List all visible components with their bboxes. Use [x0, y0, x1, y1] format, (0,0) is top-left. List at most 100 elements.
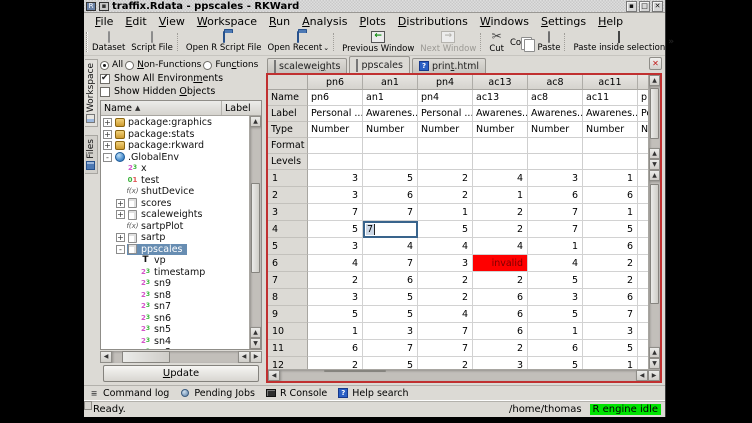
row-header-10[interactable]: 10 [268, 323, 308, 340]
column-header-ac8[interactable]: ac8 [528, 75, 583, 90]
radio-all[interactable] [100, 61, 109, 70]
minimize-button[interactable]: ▪ [626, 1, 637, 12]
close-tab-icon[interactable]: ✕ [649, 57, 662, 70]
data-cell[interactable]: 7 [363, 204, 418, 221]
tree-item-vp[interactable]: Tvp [101, 255, 249, 267]
meta-row-header[interactable]: Name [268, 90, 308, 106]
meta-cell[interactable]: Number [528, 122, 583, 138]
meta-cell-partial[interactable] [638, 138, 648, 154]
data-cell[interactable]: 3 [528, 289, 583, 306]
tool-view-command-log[interactable]: ≡Command log [89, 388, 169, 399]
expander-icon[interactable]: + [116, 210, 125, 219]
radio-label-non-functions[interactable]: Non-Functions [137, 60, 201, 70]
data-cell[interactable]: 2 [473, 272, 528, 289]
menu-file[interactable]: File [89, 14, 119, 29]
data-cell[interactable]: 2 [418, 357, 473, 369]
tree-header[interactable]: Name ▲ Label [101, 101, 261, 116]
tree-item-sn9[interactable]: 23sn9 [101, 278, 249, 290]
menu-distributions[interactable]: Distributions [392, 14, 474, 29]
data-cell[interactable]: 6 [473, 306, 528, 323]
data-cell[interactable]: 4 [418, 306, 473, 323]
data-cell[interactable]: 2 [418, 187, 473, 204]
scroll-left-icon[interactable]: ◀ [238, 351, 250, 363]
tree-item-package-graphics[interactable]: +package:graphics [101, 117, 249, 129]
scroll-up-icon[interactable]: ▲ [649, 170, 660, 181]
scroll-up-icon[interactable]: ▲ [250, 116, 261, 127]
scroll-down-icon[interactable]: ▼ [250, 338, 261, 349]
data-cell[interactable]: 6 [363, 272, 418, 289]
data-cell[interactable]: 2 [473, 204, 528, 221]
meta-cell[interactable]: Number [418, 122, 473, 138]
tab-print-html[interactable]: ?print.html [412, 58, 486, 73]
data-cell[interactable]: 2 [308, 357, 363, 369]
meta-cell[interactable] [308, 154, 363, 170]
tree-item-package-stats[interactable]: +package:stats [101, 129, 249, 141]
data-cell[interactable]: 1 [528, 323, 583, 340]
data-cell[interactable]: 1 [308, 323, 363, 340]
data-cell[interactable]: 7 [363, 255, 418, 272]
data-cell[interactable]: 3 [473, 357, 528, 369]
data-cell[interactable]: 4 [363, 238, 418, 255]
tree-item-globalenv[interactable]: -.GlobalEnv [101, 152, 249, 164]
row-header-5[interactable]: 5 [268, 238, 308, 255]
toolbar-overflow-icon[interactable]: » [668, 37, 675, 47]
tab-scaleweights[interactable]: scaleweights [267, 58, 347, 73]
row-header-4[interactable]: 4 [268, 221, 308, 238]
data-cell[interactable]: 1 [528, 238, 583, 255]
checkbox-show-all-environments[interactable] [100, 74, 110, 84]
title-bar[interactable]: R ▪ traffix.Rdata - ppscales - RKWard ▪ … [84, 0, 665, 13]
data-cell[interactable]: 1 [473, 187, 528, 204]
data-cell[interactable]: 2 [473, 221, 528, 238]
meta-cell[interactable]: an1 [363, 90, 418, 106]
data-cell[interactable]: 3 [308, 289, 363, 306]
data-cell[interactable]: 2 [418, 272, 473, 289]
meta-row-header[interactable]: Type [268, 122, 308, 138]
data-cell[interactable]: 4 [473, 238, 528, 255]
meta-cell[interactable]: ac13 [473, 90, 528, 106]
meta-cell[interactable] [528, 154, 583, 170]
tree-item-ppscales[interactable]: -ppscales [101, 244, 249, 256]
scroll-down-icon[interactable]: ▼ [649, 358, 660, 369]
data-cell[interactable]: 6 [583, 187, 638, 204]
toolbar-handle[interactable] [86, 32, 88, 52]
meta-cell[interactable]: pn4 [418, 90, 473, 106]
tab-ppscales[interactable]: ppscales [349, 56, 410, 73]
data-cell[interactable]: 3 [363, 323, 418, 340]
side-tab-files[interactable]: Files [85, 135, 98, 174]
menu-workspace[interactable]: Workspace [191, 14, 263, 29]
open-r-script-file-button[interactable]: Open R Script File [183, 30, 265, 54]
data-cell[interactable]: 6 [583, 289, 638, 306]
checkbox-show-hidden-objects[interactable] [100, 87, 110, 97]
tree-column-label[interactable]: Label [221, 101, 261, 115]
data-cell[interactable]: 5 [583, 340, 638, 357]
tool-view-r-console[interactable]: R Console [266, 388, 327, 399]
data-cell[interactable]: 5 [363, 306, 418, 323]
data-cell-partial[interactable] [638, 272, 648, 289]
data-cell-partial[interactable] [638, 323, 648, 340]
tree-item-shutdevice[interactable]: f(x)shutDevice [101, 186, 249, 198]
update-button[interactable]: Update [103, 365, 259, 382]
data-cell[interactable]: 2 [418, 170, 473, 187]
scroll-right-icon[interactable]: ▶ [648, 370, 660, 381]
copy-button[interactable]: Copy [507, 30, 535, 54]
scroll-up-icon[interactable]: ▲ [649, 75, 660, 86]
radio-functions[interactable] [203, 61, 212, 70]
tree-vertical-scrollbar[interactable]: ▲ ▲ ▼ [249, 116, 261, 349]
tree-item-scores[interactable]: +scores [101, 198, 249, 210]
meta-cell[interactable]: Personal ... [308, 106, 363, 122]
data-cell[interactable]: 1 [583, 204, 638, 221]
meta-cell[interactable] [363, 154, 418, 170]
meta-cell-partial[interactable]: p [638, 90, 648, 106]
expander-icon[interactable]: + [103, 130, 112, 139]
data-cell[interactable]: 6 [308, 340, 363, 357]
tree-item-package-rkward[interactable]: +package:rkward [101, 140, 249, 152]
tree-item-sartpplot[interactable]: f(x)sartpPlot [101, 221, 249, 233]
data-cell[interactable]: 7 [308, 204, 363, 221]
expander-icon[interactable]: + [116, 199, 125, 208]
meta-cell[interactable] [363, 138, 418, 154]
column-header-pn4[interactable]: pn4 [418, 75, 473, 90]
data-cell[interactable]: 5 [363, 170, 418, 187]
data-cell[interactable]: 3 [418, 255, 473, 272]
scroll-left-icon[interactable]: ◀ [100, 351, 112, 363]
tree-item-sartp[interactable]: +sartp [101, 232, 249, 244]
